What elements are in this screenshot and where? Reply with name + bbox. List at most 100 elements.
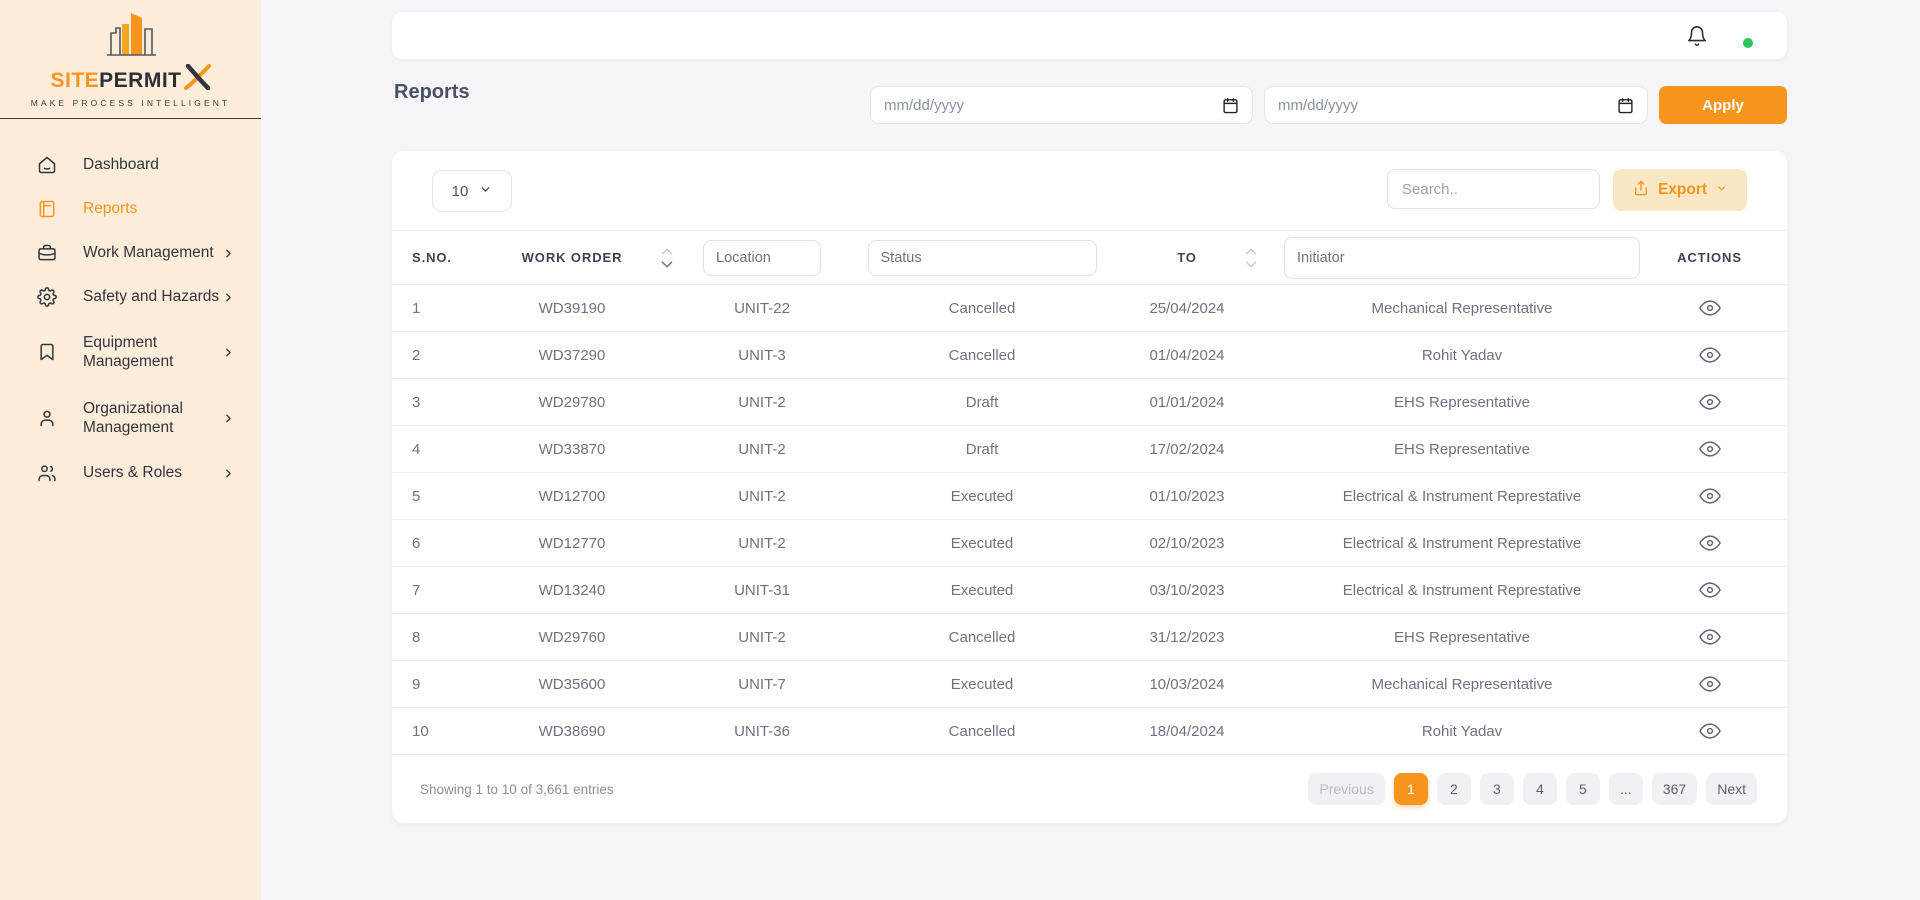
date-to-field[interactable] xyxy=(1264,86,1648,124)
apply-button[interactable]: Apply xyxy=(1659,86,1787,124)
cell-status: Executed xyxy=(882,488,1082,505)
sidebar-item-work-management[interactable]: Work Management xyxy=(0,231,261,275)
cell-sno: 7 xyxy=(392,582,502,599)
cell-initiator: EHS Representative xyxy=(1292,394,1632,411)
date-from-field[interactable] xyxy=(870,86,1253,124)
calendar-icon[interactable] xyxy=(1617,97,1634,114)
cell-initiator: Rohit Yadav xyxy=(1292,723,1632,740)
logo-text-site: SITE xyxy=(50,70,99,91)
view-eye-icon[interactable] xyxy=(1699,532,1721,554)
cell-work-order: WD29780 xyxy=(502,394,642,411)
sidebar-nav: Dashboard Reports Work Management Safe xyxy=(0,143,261,495)
pagination-page-1[interactable]: 1 xyxy=(1394,773,1428,805)
view-eye-icon[interactable] xyxy=(1699,673,1721,695)
chevron-right-icon xyxy=(222,346,235,359)
pagination-previous[interactable]: Previous xyxy=(1308,773,1384,805)
cell-initiator: Electrical & Instrument Represtative xyxy=(1292,488,1632,505)
cell-to: 25/04/2024 xyxy=(1082,300,1292,317)
view-eye-icon[interactable] xyxy=(1699,438,1721,460)
cell-work-order: WD38690 xyxy=(502,723,642,740)
view-eye-icon[interactable] xyxy=(1699,344,1721,366)
logo-tagline: MAKE PROCESS INTELLIGENT xyxy=(31,98,231,108)
view-eye-icon[interactable] xyxy=(1699,720,1721,742)
cell-to: 18/04/2024 xyxy=(1082,723,1292,740)
view-eye-icon[interactable] xyxy=(1699,579,1721,601)
chevron-right-icon xyxy=(222,467,235,480)
page-title: Reports xyxy=(394,81,470,104)
home-icon xyxy=(37,155,58,176)
pagination-page-367[interactable]: 367 xyxy=(1652,773,1697,805)
column-header-to[interactable]: TO xyxy=(1177,250,1197,265)
cell-location: UNIT-22 xyxy=(642,300,882,317)
column-header-work-order[interactable]: WORK ORDER xyxy=(522,250,623,265)
cell-actions xyxy=(1632,579,1787,601)
page-size-select[interactable]: 10 xyxy=(432,170,512,212)
cell-work-order: WD12700 xyxy=(502,488,642,505)
cell-to: 01/04/2024 xyxy=(1082,347,1292,364)
cell-location: UNIT-3 xyxy=(642,347,882,364)
sort-icon-work-order[interactable] xyxy=(660,247,674,268)
cell-actions xyxy=(1632,485,1787,507)
search-input[interactable] xyxy=(1387,169,1600,209)
sidebar-item-label: Organizational Management xyxy=(83,399,222,438)
sidebar-item-users-roles[interactable]: Users & Roles xyxy=(0,451,261,495)
cell-sno: 6 xyxy=(392,535,502,552)
status-filter-input[interactable] xyxy=(868,240,1097,276)
reports-table-card: 10 Export S.NO. WORK ORDER TO ACTIONS xyxy=(392,151,1787,823)
table-row: 1WD39190UNIT-22Cancelled25/04/2024Mechan… xyxy=(392,285,1787,332)
cell-work-order: WD29760 xyxy=(502,629,642,646)
pagination-ellipsis[interactable]: ... xyxy=(1609,773,1643,805)
table-footer: Showing 1 to 10 of 3,661 entries Previou… xyxy=(392,755,1787,823)
pagination-page-4[interactable]: 4 xyxy=(1523,773,1557,805)
location-filter-input[interactable] xyxy=(703,240,821,276)
bell-icon[interactable] xyxy=(1686,25,1708,47)
chevron-right-icon xyxy=(222,247,235,260)
person-icon xyxy=(37,408,58,429)
cell-actions xyxy=(1632,297,1787,319)
cell-work-order: WD37290 xyxy=(502,347,642,364)
cell-status: Cancelled xyxy=(882,723,1082,740)
cell-location: UNIT-2 xyxy=(642,535,882,552)
pagination-page-5[interactable]: 5 xyxy=(1566,773,1600,805)
cell-location: UNIT-31 xyxy=(642,582,882,599)
cell-status: Executed xyxy=(882,582,1082,599)
column-header-sno[interactable]: S.NO. xyxy=(412,250,452,265)
column-header-actions: ACTIONS xyxy=(1677,250,1742,265)
cell-location: UNIT-2 xyxy=(642,441,882,458)
calendar-icon[interactable] xyxy=(1222,97,1239,114)
export-button[interactable]: Export xyxy=(1613,169,1747,211)
cell-status: Executed xyxy=(882,535,1082,552)
cell-status: Draft xyxy=(882,441,1082,458)
pagination-page-3[interactable]: 3 xyxy=(1480,773,1514,805)
cell-sno: 1 xyxy=(392,300,502,317)
table-header: S.NO. WORK ORDER TO ACTIONS xyxy=(392,230,1787,285)
cell-status: Cancelled xyxy=(882,300,1082,317)
pagination-next[interactable]: Next xyxy=(1706,773,1757,805)
app-root: SITEPERMIT MAKE PROCESS INTELLIGENT Dash… xyxy=(0,0,1920,900)
view-eye-icon[interactable] xyxy=(1699,485,1721,507)
sidebar-item-reports[interactable]: Reports xyxy=(0,187,261,231)
sort-icon-to[interactable] xyxy=(1244,247,1258,268)
view-eye-icon[interactable] xyxy=(1699,626,1721,648)
cell-initiator: Mechanical Representative xyxy=(1292,300,1632,317)
gear-icon xyxy=(37,287,58,308)
view-eye-icon[interactable] xyxy=(1699,391,1721,413)
cell-status: Cancelled xyxy=(882,629,1082,646)
date-from-input[interactable] xyxy=(884,97,1222,114)
table-row: 3WD29780UNIT-2Draft01/01/2024EHS Represe… xyxy=(392,379,1787,426)
sidebar-item-safety-and-hazards[interactable]: Safety and Hazards xyxy=(0,275,261,319)
cell-sno: 5 xyxy=(392,488,502,505)
sidebar-item-organizational-management[interactable]: Organizational Management xyxy=(0,385,261,451)
cell-actions xyxy=(1632,626,1787,648)
date-to-input[interactable] xyxy=(1278,97,1617,114)
table-body: 1WD39190UNIT-22Cancelled25/04/2024Mechan… xyxy=(392,285,1787,755)
sidebar-item-equipment-management[interactable]: Equipment Management xyxy=(0,319,261,385)
cell-location: UNIT-2 xyxy=(642,394,882,411)
initiator-filter-input[interactable] xyxy=(1284,237,1640,279)
sidebar-item-label: Reports xyxy=(83,199,137,218)
pagination-page-2[interactable]: 2 xyxy=(1437,773,1471,805)
cell-actions xyxy=(1632,673,1787,695)
view-eye-icon[interactable] xyxy=(1699,297,1721,319)
sidebar-item-dashboard[interactable]: Dashboard xyxy=(0,143,261,187)
cell-location: UNIT-2 xyxy=(642,488,882,505)
